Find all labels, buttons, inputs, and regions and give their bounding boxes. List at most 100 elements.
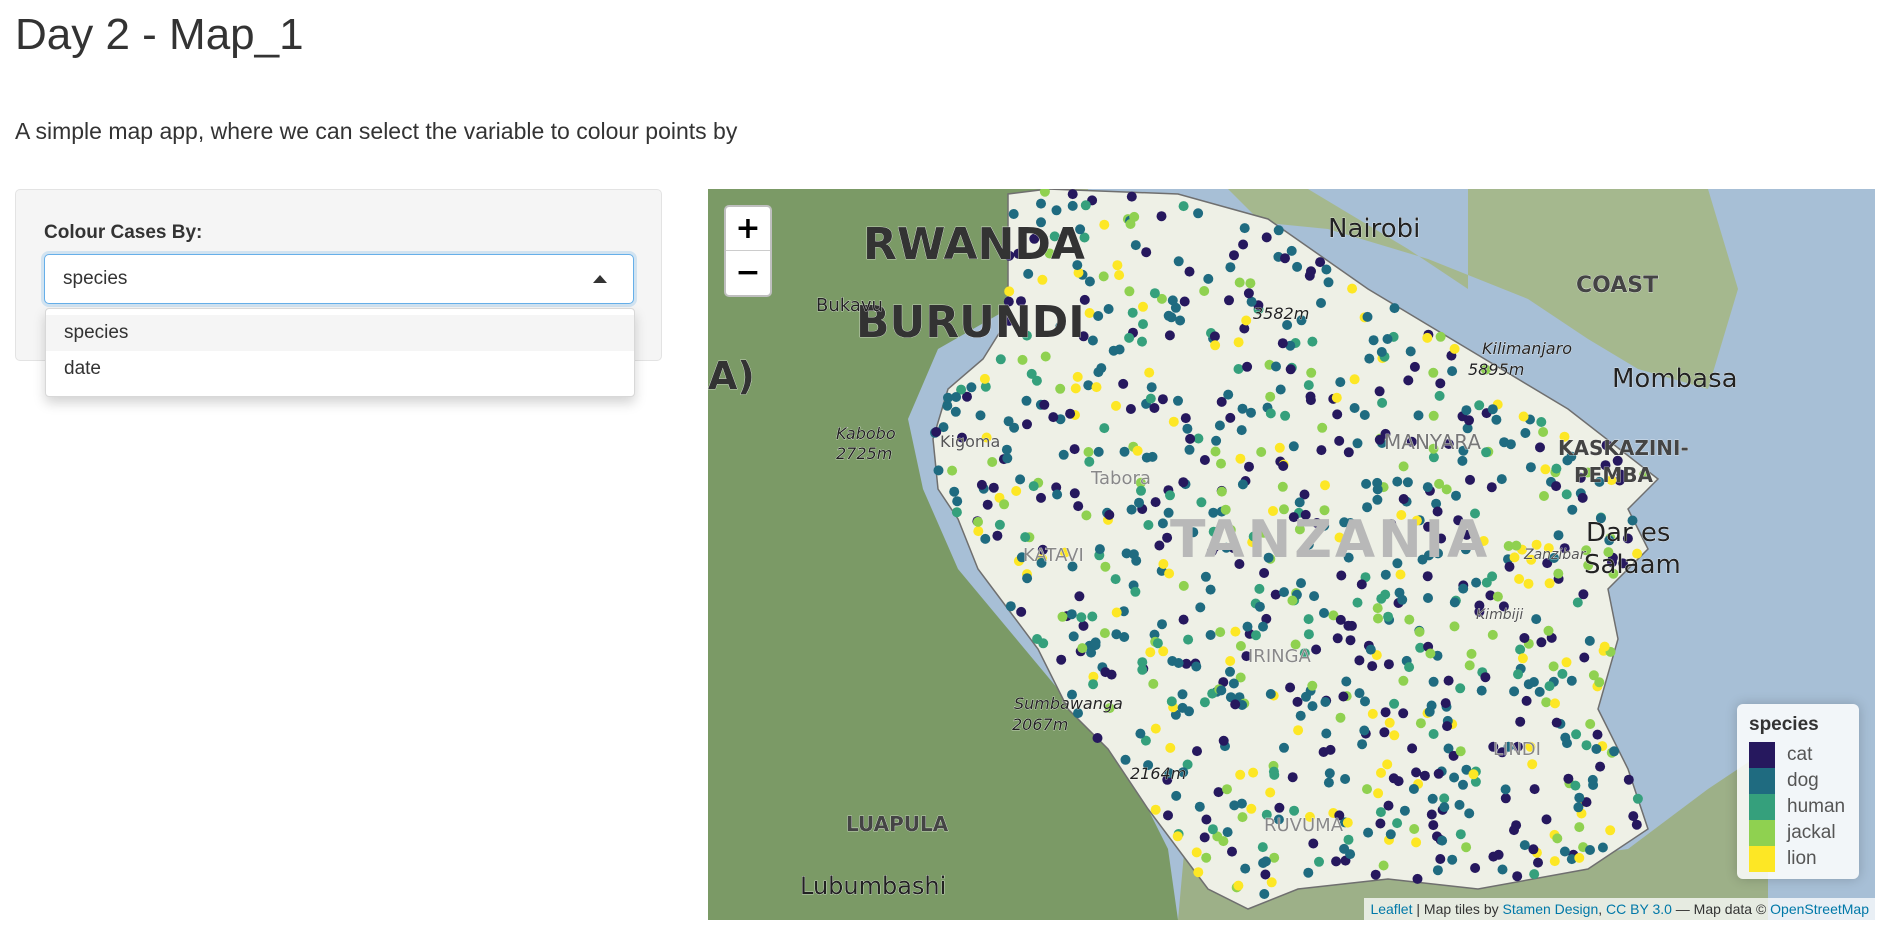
case-point[interactable] [1106, 669, 1117, 680]
case-point[interactable] [1228, 678, 1239, 689]
case-point[interactable] [1435, 378, 1446, 389]
case-point[interactable] [1199, 832, 1210, 843]
case-point[interactable] [1352, 438, 1363, 449]
case-point[interactable] [1008, 209, 1019, 219]
case-point[interactable] [1296, 578, 1306, 589]
case-point[interactable] [1038, 638, 1049, 649]
case-point[interactable] [1449, 343, 1460, 354]
case-point[interactable] [1171, 790, 1182, 801]
case-point[interactable] [1588, 670, 1599, 681]
case-point[interactable] [1068, 631, 1079, 642]
case-point[interactable] [1237, 812, 1248, 823]
case-point[interactable] [1239, 223, 1250, 234]
case-point[interactable] [1388, 773, 1399, 784]
case-point[interactable] [1422, 482, 1433, 493]
case-point[interactable] [1111, 607, 1122, 618]
case-point[interactable] [979, 373, 990, 384]
case-point[interactable] [1031, 375, 1042, 386]
case-point[interactable] [1531, 614, 1542, 625]
case-point[interactable] [1173, 256, 1184, 267]
case-point[interactable] [1235, 641, 1246, 651]
case-point[interactable] [1364, 353, 1375, 364]
case-point[interactable] [1325, 744, 1336, 755]
case-point[interactable] [988, 482, 999, 493]
case-point[interactable] [1349, 403, 1360, 413]
case-point[interactable] [1399, 805, 1410, 816]
case-point[interactable] [1392, 476, 1403, 487]
case-point[interactable] [1287, 772, 1298, 783]
case-point[interactable] [1216, 396, 1227, 407]
case-point[interactable] [1227, 846, 1237, 857]
case-point[interactable] [1476, 685, 1487, 696]
case-point[interactable] [1251, 630, 1261, 641]
case-point[interactable] [1237, 403, 1248, 414]
case-point[interactable] [1130, 240, 1141, 251]
case-point[interactable] [1130, 586, 1141, 597]
case-point[interactable] [1166, 696, 1177, 707]
case-point[interactable] [1323, 277, 1334, 288]
case-point[interactable] [1367, 661, 1378, 672]
case-point[interactable] [1408, 784, 1419, 794]
case-point[interactable] [1222, 827, 1233, 838]
case-point[interactable] [1357, 739, 1368, 750]
case-point[interactable] [1036, 198, 1046, 209]
case-point[interactable] [1167, 295, 1178, 306]
case-point[interactable] [1104, 509, 1115, 520]
case-point[interactable] [1599, 641, 1610, 652]
case-point[interactable] [1114, 270, 1125, 281]
case-point[interactable] [1512, 871, 1523, 882]
case-point[interactable] [1434, 390, 1445, 401]
case-point[interactable] [1376, 767, 1386, 778]
case-point[interactable] [1466, 648, 1477, 659]
case-point[interactable] [1218, 836, 1229, 847]
case-point[interactable] [1088, 679, 1099, 690]
case-point[interactable] [1215, 627, 1226, 638]
case-point[interactable] [1338, 691, 1349, 702]
case-point[interactable] [1352, 597, 1363, 608]
case-point[interactable] [1148, 678, 1159, 689]
case-point[interactable] [1214, 420, 1225, 431]
case-point[interactable] [1541, 814, 1552, 825]
case-point[interactable] [1449, 597, 1460, 608]
case-point[interactable] [1517, 653, 1528, 664]
case-point[interactable] [1427, 793, 1438, 804]
case-point[interactable] [1454, 799, 1465, 810]
case-point[interactable] [1236, 425, 1247, 436]
case-point[interactable] [1216, 685, 1227, 696]
option-species[interactable]: species [46, 315, 634, 351]
case-point[interactable] [1440, 698, 1451, 709]
leaflet-map[interactable]: RWANDA BURUNDI A) Bukavu Kabobo 2725m Na… [708, 189, 1875, 920]
case-point[interactable] [1288, 441, 1299, 452]
case-point[interactable] [1193, 867, 1204, 878]
case-point[interactable] [1091, 382, 1102, 393]
case-point[interactable] [1126, 191, 1137, 202]
case-point[interactable] [1578, 589, 1589, 600]
case-point[interactable] [1152, 638, 1163, 649]
case-point[interactable] [1180, 413, 1191, 424]
case-point[interactable] [1261, 232, 1272, 243]
case-point[interactable] [1405, 346, 1416, 357]
case-point[interactable] [1422, 571, 1433, 582]
case-point[interactable] [1439, 793, 1450, 804]
case-point[interactable] [1119, 446, 1130, 457]
case-point[interactable] [1285, 364, 1296, 375]
case-point[interactable] [1518, 411, 1529, 422]
case-point[interactable] [933, 465, 944, 476]
case-point[interactable] [1316, 298, 1326, 308]
case-point[interactable] [1254, 583, 1265, 594]
case-point[interactable] [1354, 655, 1365, 666]
case-point[interactable] [1195, 602, 1206, 613]
case-point[interactable] [1083, 447, 1094, 457]
case-point[interactable] [1491, 414, 1502, 425]
case-point[interactable] [1428, 367, 1439, 378]
case-point[interactable] [1242, 621, 1253, 632]
zoom-in-button[interactable]: + [726, 207, 770, 251]
case-point[interactable] [1380, 569, 1391, 580]
case-point[interactable] [1233, 364, 1244, 374]
case-point[interactable] [1591, 744, 1602, 754]
case-point[interactable] [1361, 478, 1372, 489]
case-point[interactable] [1265, 689, 1276, 699]
case-point[interactable] [1609, 746, 1620, 757]
case-point[interactable] [1230, 626, 1241, 637]
case-point[interactable] [1559, 846, 1570, 857]
